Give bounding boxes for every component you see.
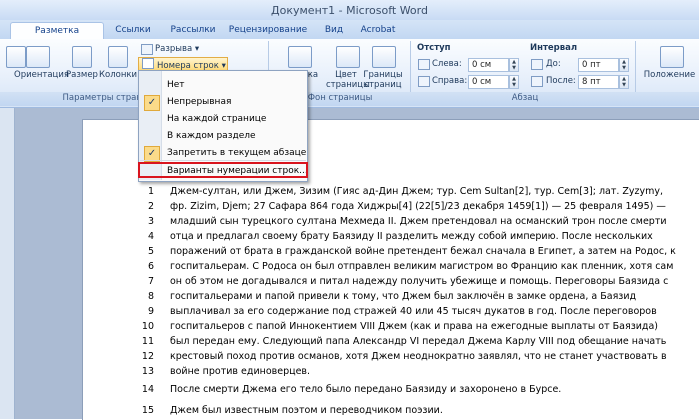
line-numbers-icon (142, 58, 154, 69)
spacing-before-icon (531, 59, 543, 70)
tab-review[interactable]: Рецензирование (228, 22, 308, 38)
menu-item-restart-each-section[interactable]: В каждом разделе (167, 131, 256, 141)
ribbon-group-labels: Параметры страни Фон страницы Абзац (0, 92, 699, 106)
spacing-header: Интервал (530, 43, 578, 53)
spacing-after-label: После: (546, 76, 576, 86)
page-color-button[interactable]: Цвет страницы (326, 70, 370, 90)
indent-left-spinner[interactable]: ▲ ▼ (509, 58, 519, 72)
breaks-icon (141, 44, 153, 55)
indent-right-spinner[interactable]: ▲ ▼ (509, 75, 519, 89)
line-number: 12 (141, 351, 154, 362)
highlight-box (138, 162, 308, 178)
document-line: Джем-султан, или Джем, Зизим (Гияс ад-Ди… (170, 186, 664, 197)
indent-header: Отступ (417, 43, 451, 53)
line-number: 8 (147, 291, 154, 302)
menu-item-continuous[interactable]: Непрерывная (167, 97, 231, 107)
page-borders-icon (372, 46, 396, 68)
page-color-icon (336, 46, 360, 68)
watermark-icon (288, 46, 312, 68)
orientation-icon (26, 46, 50, 68)
tab-view[interactable]: Вид (320, 22, 348, 38)
document-line: выплачивал за его содержание под стражей… (170, 306, 657, 317)
line-number: 5 (147, 246, 154, 257)
document-line: он об этом не догадывался и питал надежд… (170, 276, 669, 287)
vertical-ruler[interactable] (0, 108, 15, 419)
line-number: 3 (147, 216, 154, 227)
breaks-button[interactable]: Разрыва ▾ (155, 44, 199, 54)
spacing-before-spinner[interactable]: ▲ ▼ (619, 58, 629, 72)
tab-references[interactable]: Ссылки (112, 22, 154, 38)
document-line: госпитальеров с папой Иннокентием VIII Д… (170, 321, 659, 332)
line-number: 1 (147, 186, 154, 197)
document-line: войне против единоверцев. (170, 366, 311, 377)
indent-right-field[interactable]: 0 см (468, 75, 509, 89)
menu-item-restart-each-page[interactable]: На каждой странице (167, 114, 266, 124)
check-icon: ✓ (144, 95, 160, 111)
indent-right-icon (418, 76, 430, 87)
menu-separator (140, 160, 306, 161)
line-number: 7 (147, 276, 154, 287)
spacing-after-icon (531, 76, 543, 87)
document-line: поражений от брата в гражданской войне п… (170, 246, 676, 257)
columns-icon (108, 46, 128, 68)
line-number: 2 (147, 201, 154, 212)
size-button[interactable]: Размер (66, 70, 98, 80)
orientation-button[interactable]: Ориентация (14, 70, 69, 80)
line-number: 14 (141, 384, 154, 395)
document-line: крестовый поход против османов, хотя Дже… (170, 351, 667, 362)
spacing-before-field[interactable]: 0 пт (578, 58, 619, 72)
indent-left-field[interactable]: 0 см (468, 58, 509, 72)
columns-button[interactable]: Колонки (98, 70, 138, 80)
line-number: 9 (147, 306, 154, 317)
document-line: После смерти Джема его тело было передан… (170, 384, 562, 395)
document-line: госпитальерам. С Родоса он был отправлен… (170, 261, 674, 272)
size-icon (72, 46, 92, 68)
tab-mailings[interactable]: Рассылки (168, 22, 218, 38)
window-title: Документ1 - Microsoft Word (271, 4, 428, 17)
line-number: 15 (141, 405, 154, 416)
indent-left-icon (418, 59, 430, 70)
spacing-after-spinner[interactable]: ▲ ▼ (619, 75, 629, 89)
document-line: отца и предлагал своему брату Баязиду II… (170, 231, 653, 242)
page-borders-label: Границы (363, 70, 403, 80)
menu-item-none[interactable]: Нет (167, 80, 185, 90)
breaks-label: Разрыва (155, 44, 193, 54)
indent-left-label: Слева: (432, 59, 462, 69)
position-icon (660, 46, 684, 68)
group-background-label: Фон страницы (307, 93, 373, 103)
page-color-label: Цвет (335, 70, 357, 80)
line-number: 13 (141, 366, 154, 377)
page-borders-label-2: страниц (364, 80, 402, 90)
page-borders-button[interactable]: Границы страниц (362, 70, 404, 90)
indent-right-label: Справа: (432, 76, 468, 86)
line-number: 10 (141, 321, 154, 332)
ribbon-tabs: Разметка страницы Ссылки Рассылки Реценз… (0, 20, 699, 52)
document-line: младший сын турецкого султана Мехмеда II… (170, 216, 667, 227)
document-line: Джем был известным поэтом и переводчиком… (170, 405, 443, 416)
spacing-after-field[interactable]: 8 пт (578, 75, 619, 89)
spacing-before-label: До: (546, 59, 561, 69)
line-number: 4 (147, 231, 154, 242)
group-paragraph-label: Абзац (511, 93, 539, 103)
document-line: госпитальерами и папой привели к тому, ч… (170, 291, 637, 302)
position-button[interactable]: Положение (640, 70, 699, 80)
document-line: фр. Zizim, Djem; 27 Сафара 864 года Хидж… (170, 201, 666, 212)
group-page-setup-label: Параметры страни (62, 93, 148, 103)
margins-icon[interactable] (6, 46, 26, 68)
line-number: 6 (147, 261, 154, 272)
tab-page-layout[interactable]: Разметка страницы (10, 22, 104, 52)
document-line: был передан ему. Следующий папа Александ… (170, 336, 667, 347)
tab-acrobat[interactable]: Acrobat (358, 22, 398, 38)
menu-item-suppress-current-paragraph[interactable]: Запретить в текущем абзаце (167, 148, 306, 158)
line-number: 11 (141, 336, 154, 347)
